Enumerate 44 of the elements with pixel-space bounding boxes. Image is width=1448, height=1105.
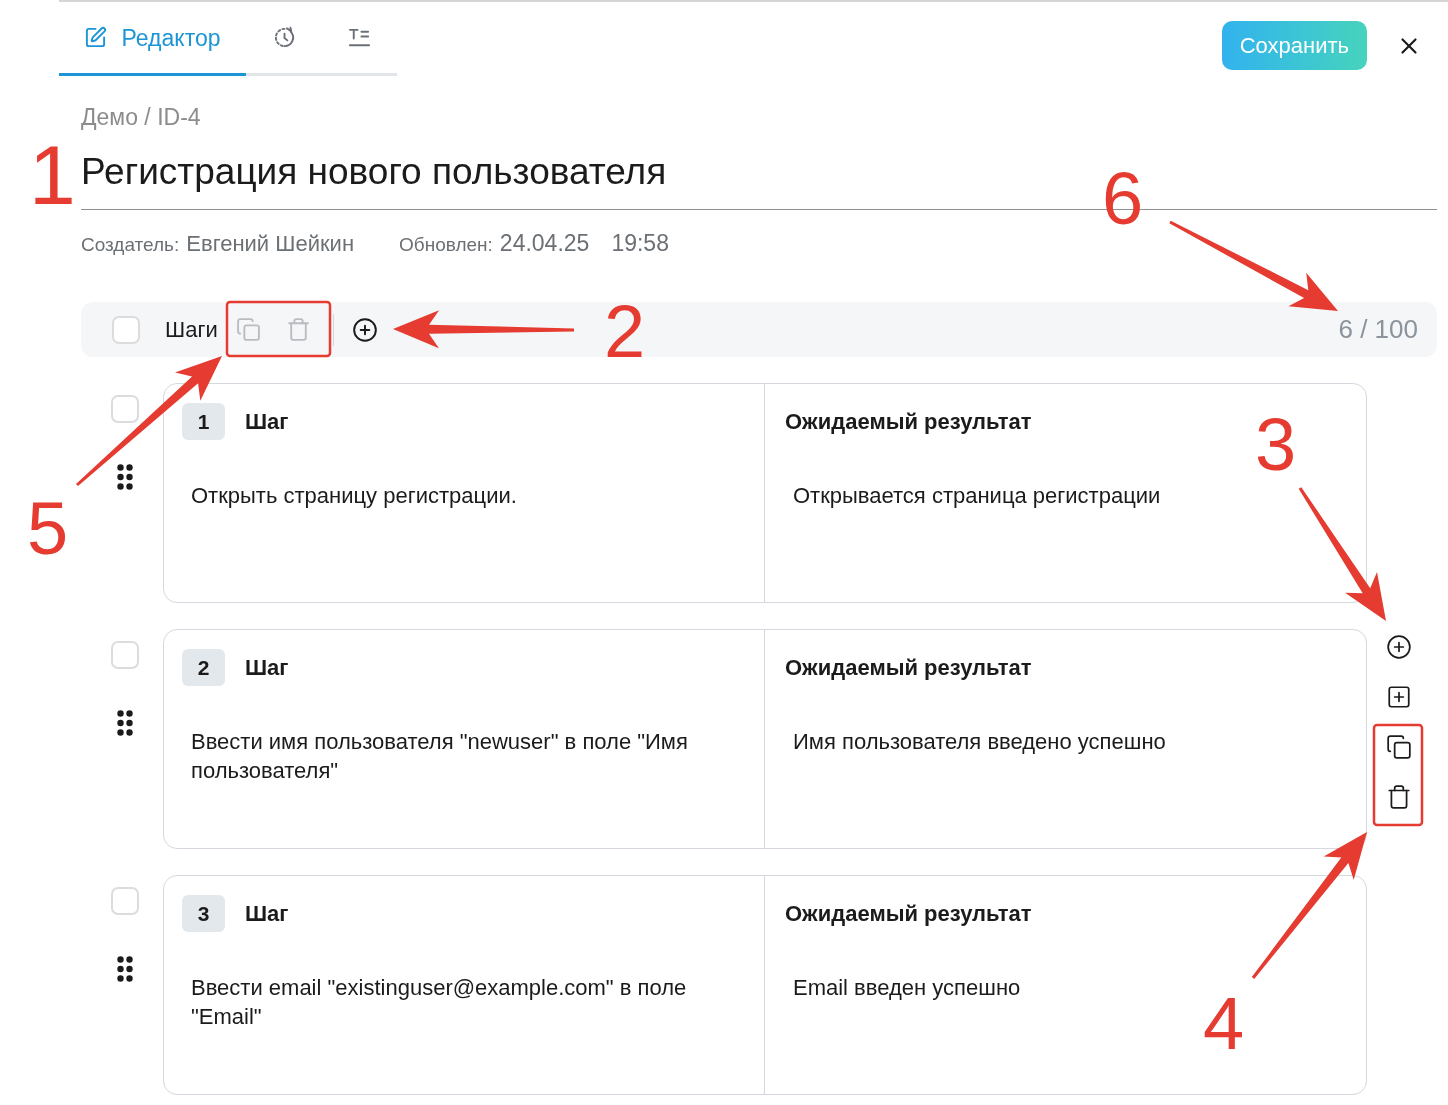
updated-time: 19:58 [611,229,669,258]
updated-date: 24.04.25 [499,229,590,258]
checkbox[interactable] [111,641,139,669]
add-square-icon[interactable] [1386,684,1412,710]
edit-icon [84,26,108,49]
breadcrumb: Демо / ID-4 [81,104,202,130]
creator-label: Создатель: [81,233,180,257]
page-title: Регистрация нового пользователя [81,152,667,192]
checkbox[interactable] [111,395,139,423]
copy-icon[interactable] [1386,734,1412,760]
annotation-number: 6 [1102,162,1144,236]
delete-icon[interactable] [1386,784,1412,810]
step-action-text[interactable]: Открыть страницу регистрации. [191,481,721,510]
add-circle-icon[interactable] [351,316,378,343]
step-heading: Шаг [245,654,289,682]
checkbox[interactable] [112,315,140,344]
step-count: 6 / 100 [1338,313,1418,346]
checkbox[interactable] [111,887,139,915]
text-format-icon [348,26,371,49]
result-heading: Ожидаемый результат [785,654,1032,682]
step-heading: Шаг [245,408,289,436]
expected-result-text[interactable]: Открывается страница регистрации [793,481,1323,510]
step-action-text[interactable]: Ввести email "existinguser@example.com" в поле "Email" [191,973,721,1031]
annotation-number: 1 [29,133,76,217]
annotation-number: 2 [604,295,646,369]
history-icon [272,26,296,49]
step-number: 3 [182,895,225,932]
result-heading: Ожидаемый результат [785,408,1032,436]
step-heading: Шаг [245,900,289,928]
annotation-number: 4 [1203,987,1245,1061]
drag-handle-icon[interactable] [117,710,133,736]
add-circle-icon[interactable] [1386,634,1412,660]
result-heading: Ожидаемый результат [785,900,1032,928]
drag-handle-icon[interactable] [117,956,133,982]
step-action-text[interactable]: Ввести имя пользователя "newuser" в поле "Имя пользователя" [191,727,721,785]
steps-label: Шаги [165,316,218,344]
creator-name: Евгений Шейкин [186,230,355,258]
drag-handle-icon[interactable] [117,464,133,490]
expected-result-text[interactable]: Имя пользователя введено успешно [793,727,1323,756]
step-number: 1 [182,403,225,440]
step-number: 2 [182,649,225,686]
updated-label: Обновлен: [399,233,493,257]
annotation-number: 5 [27,492,69,566]
annotation-number: 3 [1255,408,1297,482]
